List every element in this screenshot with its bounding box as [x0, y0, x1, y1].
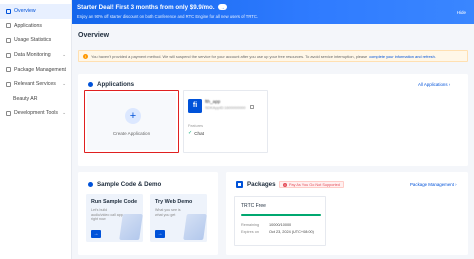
create-application-panel: + Create Application	[87, 93, 176, 150]
package-icon	[6, 67, 11, 73]
sidebar: Overview Applications Usage Statistics D…	[0, 0, 72, 259]
application-item[interactable]: fi fth_app SDKAppID:1600000000 Features …	[183, 90, 268, 153]
all-applications-link[interactable]: All Applications ›	[418, 82, 450, 87]
feature-value: ✓ Chat	[188, 130, 204, 136]
package-icon	[236, 181, 243, 188]
chevron-down-icon: ⌄	[62, 110, 66, 116]
package-name: TRTC Free	[241, 203, 266, 209]
banner-title-text: Starter Deal! First 3 months from only $…	[77, 4, 215, 11]
try-web-demo-card[interactable]: Try Web Demo What you see is what you ge…	[150, 194, 207, 242]
home-icon	[6, 8, 11, 14]
features-label: Features	[188, 124, 203, 128]
banner-title: Starter Deal! First 3 months from only $…	[77, 4, 228, 11]
apps-icon	[6, 23, 11, 29]
sample-code-title: Sample Code & Demo	[88, 181, 161, 188]
promo-banner[interactable]: Starter Deal! First 3 months from only $…	[72, 0, 474, 24]
sidebar-item-label: Package Management	[14, 66, 66, 73]
package-item: TRTC Free Remaining 10000/10000 Expires …	[234, 196, 326, 246]
complete-info-link[interactable]: complete your information and refresh.	[369, 54, 436, 59]
packages-title-text: Packages	[247, 181, 276, 188]
sidebar-item-development-tools[interactable]: Development Tools ⌄	[0, 106, 71, 121]
package-progress-bar	[241, 214, 321, 216]
remaining-value: 10000/10000	[269, 223, 292, 227]
sidebar-item-package-management[interactable]: Package Management ⌄	[0, 62, 71, 77]
sidebar-item-label: Usage Statistics	[14, 37, 52, 44]
sidebar-item-label: Data Monitoring	[14, 52, 51, 59]
feature-value-text: Chat	[194, 130, 204, 136]
page-title: Overview	[78, 32, 110, 39]
plus-icon: +	[125, 108, 141, 124]
applications-icon	[88, 82, 93, 87]
copy-icon[interactable]	[250, 105, 254, 109]
payment-notice: ! You haven't provided a payment method.…	[78, 50, 468, 62]
sample-code-title-text: Sample Code & Demo	[97, 181, 162, 188]
packages-title: Packages	[236, 181, 276, 188]
stats-icon	[6, 37, 11, 43]
banner-subtitle: Enjoy an 90% off starter discount on bot…	[77, 14, 259, 19]
create-application-button[interactable]: + Create Application	[84, 90, 179, 153]
sidebar-item-data-monitoring[interactable]: Data Monitoring ⌄	[0, 48, 71, 63]
tools-icon	[6, 110, 11, 116]
sample-code-icon	[88, 182, 93, 187]
demo-title: Try Web Demo	[155, 199, 193, 205]
expires-row: Expires on Oct 23, 2024 (UTC+08:00)	[241, 230, 321, 234]
package-management-link[interactable]: Package Management ›	[410, 182, 457, 187]
sidebar-item-relevant-services[interactable]: Relevant Services ⌄	[0, 77, 71, 92]
warning-icon: !	[83, 53, 88, 59]
create-application-label: Create Application	[112, 131, 151, 136]
package-progress-fill	[241, 214, 321, 216]
banner-hide-button[interactable]: Hide	[457, 10, 466, 15]
monitor-icon	[6, 52, 11, 58]
sidebar-item-label: Beauty AR	[13, 95, 38, 102]
app-logo-icon: fi	[188, 99, 202, 113]
arrow-right-icon[interactable]: →	[91, 230, 101, 238]
pay-as-you-go-badge: × Pay As You Go Not Supported	[279, 181, 344, 188]
app-name: fth_app	[205, 99, 221, 104]
sidebar-item-usage-statistics[interactable]: Usage Statistics	[0, 33, 71, 48]
demo-description: Let's build audio/video call app right n…	[91, 208, 123, 222]
expires-label: Expires on	[241, 230, 259, 234]
chevron-down-icon: ⌄	[62, 81, 66, 87]
sidebar-item-beauty-ar[interactable]: Beauty AR	[0, 92, 71, 107]
applications-title-text: Applications	[97, 81, 135, 88]
demo-illustration	[183, 214, 207, 240]
banner-arrow-button[interactable]: →	[218, 4, 228, 11]
expires-value: Oct 23, 2024 (UTC+08:00)	[269, 230, 314, 234]
arrow-right-icon[interactable]: →	[155, 230, 165, 238]
run-sample-code-card[interactable]: Run Sample Code Let's build audio/video …	[86, 194, 143, 242]
check-icon: ✓	[188, 130, 193, 136]
chevron-down-icon: ⌄	[62, 66, 66, 72]
remaining-label: Remaining	[241, 223, 260, 227]
applications-title: Applications	[88, 81, 134, 88]
sidebar-item-label: Applications	[14, 22, 42, 29]
sidebar-item-label: Development Tools	[14, 110, 59, 117]
remaining-row: Remaining 10000/10000	[241, 223, 321, 227]
demo-description: What you see is what you get	[155, 208, 181, 217]
demo-title: Run Sample Code	[91, 199, 138, 205]
sidebar-item-label: Relevant Services	[14, 81, 56, 88]
notice-text: You haven't provided a payment method. W…	[91, 53, 368, 59]
error-icon: ×	[283, 182, 287, 187]
chevron-down-icon: ⌄	[62, 52, 66, 58]
services-icon	[6, 81, 11, 87]
sidebar-item-overview[interactable]: Overview	[0, 4, 71, 19]
app-id: SDKAppID:1600000000	[205, 106, 246, 110]
sidebar-item-applications[interactable]: Applications	[0, 19, 71, 34]
sidebar-item-label: Overview	[14, 8, 36, 15]
warning-text: Pay As You Go Not Supported	[289, 182, 340, 187]
